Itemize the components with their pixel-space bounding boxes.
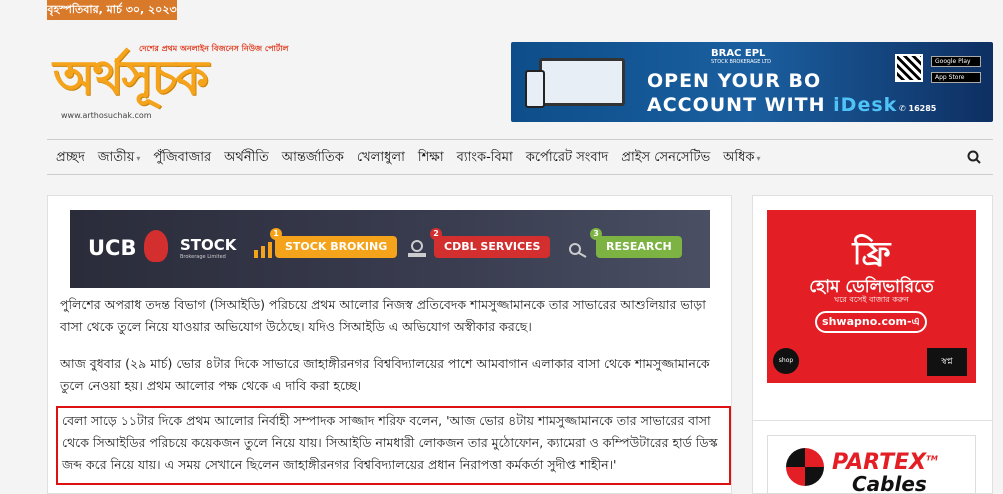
ad-hotline-number: 16285 [908,104,937,113]
devices-illustration [521,52,636,112]
ad-hotline: ✆ 16285 [899,104,936,113]
sidebar-ad-partex[interactable]: PARTEXTM Cables [767,435,976,494]
app-store-badge[interactable]: App Store [931,72,981,83]
ucb-stock-title: STOCK [180,236,237,254]
nav-item-economy[interactable]: অর্থনীতি [224,148,269,169]
ucb-stock-sub: Brokerage Limited [180,254,226,260]
service-cdbl[interactable]: CDBL SERVICES [434,236,551,258]
ucb-stock-logo: STOCK Brokerage Limited [180,236,236,260]
nav-item-label: জাতীয় [97,149,135,165]
ucb-shield-icon [144,230,168,262]
sidebar-ad-shwapno[interactable]: ফ্রি হোম ডেলিভারিতে ঘরে বসেই বাজার করুন … [767,210,976,383]
nav-item-education[interactable]: শিক্ষা [418,148,444,169]
partex-product: Cables [852,472,927,494]
nav-list: প্রচ্ছদ জাতীয় ▾ পুঁজিবাজার অর্থনীতি আন্ত… [56,140,761,176]
phone-icon [525,70,545,108]
service-stock-broking[interactable]: STOCK BROKING [275,236,398,258]
nav-item-bank-insurance[interactable]: ব্যাংক-বিমা [457,148,513,169]
page: বৃহস্পতিবার, মার্চ ৩০, ২০২৩ দেশের প্রথম … [0,0,1003,494]
nav-item-label: অর্থনীতি [224,149,269,165]
nav-item-label: পুঁজিবাজার [153,149,212,165]
ad-headline-2: ACCOUNT WITH iDesk [647,94,897,116]
nav-item-label: অধিক [723,149,755,165]
nav-item-price-sensitive[interactable]: প্রাইস সেনসেটিভ [621,148,710,169]
phone-icon: ✆ [899,104,909,113]
shwapno-logo: স্বপ্ন [927,348,967,376]
search-icon[interactable] [967,150,981,164]
article-paragraph-3: বেলা সাড়ে ১১টার দিকে প্রথম আলোর নির্বাহ… [62,413,718,472]
laptop-icon [539,58,625,106]
site-logo[interactable]: দেশের প্রথম অনলাইন বিজনেস নিউজ পোর্টাল অ… [53,40,293,140]
article-paragraph-2: আজ বুধবার (২৯ মার্চ) ভোর ৪টার দিকে সাভার… [60,356,710,393]
nav-item-label: প্রচ্ছদ [56,149,85,165]
nav-item-stock-market[interactable]: পুঁজিবাজার [153,148,211,169]
ad-headline-1: OPEN YOUR BO [647,70,822,92]
site-header: দেশের প্রথম অনলাইন বিজনেস নিউজ পোর্টাল অ… [47,22,993,132]
research-gear-icon [569,243,587,258]
nav-item-national[interactable]: জাতীয় ▾ [98,148,141,169]
nav-item-home[interactable]: প্রচ্ছদ [56,148,85,169]
trademark-mark: TM [926,454,938,463]
article-paragraph-1: পুলিশের অপরাধ তদন্ত বিভাগ (সিআইডি) পরিচয… [60,297,706,334]
nav-item-label: শিক্ষা [417,149,444,165]
bar-chart-icon [254,242,272,258]
nav-item-international[interactable]: আন্তর্জাতিক [282,148,344,169]
article-content: UCB STOCK Brokerage Limited 1 STOCK BROK… [47,195,732,494]
logo-wordmark: অর্থসূচক [53,50,209,106]
ad-brand-name: BRAC EPL [711,48,766,59]
nav-item-sports[interactable]: খেলাধুলা [357,148,405,169]
ucb-logo: UCB [88,236,137,260]
chevron-down-icon: ▾ [756,153,761,163]
ad-brand: BRAC EPL STOCK BROKERAGE LTD [711,48,771,65]
nav-item-label: কর্পোরেট সংবাদ [525,149,609,165]
hand-money-icon [408,240,426,257]
nav-item-corporate-news[interactable]: কর্পোরেট সংবাদ [526,148,609,169]
ad-headline-2-highlight: iDesk [833,94,898,116]
nav-item-label: ব্যাংক-বিমা [456,149,513,165]
header-banner-ad[interactable]: BRAC EPL STOCK BROKERAGE LTD OPEN YOUR B… [511,42,993,122]
nav-item-more[interactable]: অধিক ▾ [723,148,760,169]
nav-item-label: খেলাধুলা [356,149,405,165]
chevron-down-icon: ▾ [136,153,141,163]
nav-item-label: প্রাইস সেনসেটিভ [621,149,711,165]
ad-brand-sub: STOCK BROKERAGE LTD [711,59,772,65]
content-banner-ad[interactable]: UCB STOCK Brokerage Limited 1 STOCK BROK… [70,210,710,288]
shop-now-badge: shop now [773,348,799,374]
nav-item-label: আন্তর্জাতিক [281,149,344,165]
ad-headline-2-prefix: ACCOUNT WITH [647,94,834,116]
ad-url-pill: shwapno.com-এ [815,311,927,333]
service-research[interactable]: RESEARCH [596,236,682,258]
logo-url: www.arthosuchak.com [61,111,152,120]
ad-subtitle: ঘরে বসেই বাজার করুন [834,295,909,304]
qr-code-icon [895,54,923,82]
main-nav: প্রচ্ছদ জাতীয় ▾ পুঁজিবাজার অর্থনীতি আন্ত… [47,139,993,175]
google-play-badge[interactable]: Google Play [931,56,981,67]
date-bar: বৃহস্পতিবার, মার্চ ৩০, ২০২৩ [47,0,177,20]
partex-swirl-icon [786,448,824,486]
